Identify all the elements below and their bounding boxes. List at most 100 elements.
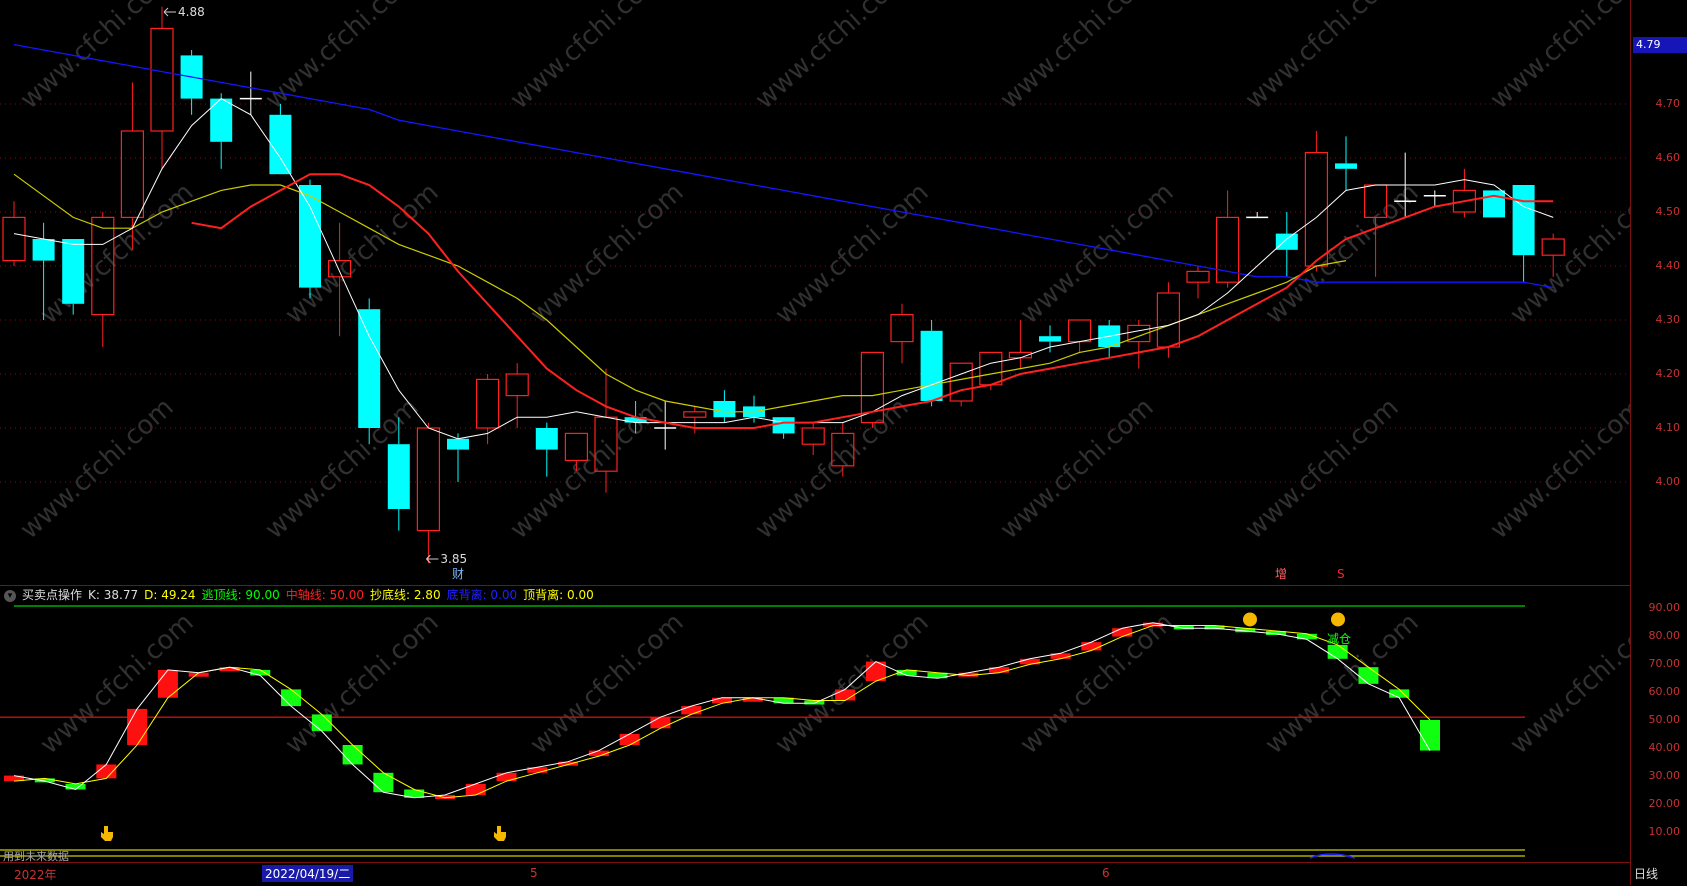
candle-body <box>505 373 529 397</box>
candle <box>949 362 973 407</box>
candle <box>654 401 677 450</box>
candle <box>1008 320 1033 369</box>
candle-body <box>32 239 55 261</box>
candle <box>1067 319 1092 353</box>
candle <box>890 303 914 364</box>
low-price-label: 3.85 <box>440 552 467 566</box>
price-tick: 4.70 <box>1655 97 1681 110</box>
warning-face-icon <box>1331 612 1345 627</box>
month-label: 6 <box>1102 866 1110 880</box>
price-tick: 4.40 <box>1655 259 1681 272</box>
ma120-line <box>13 43 1554 289</box>
candle <box>594 368 618 493</box>
candle-body <box>447 438 469 450</box>
kd-bar <box>311 714 332 732</box>
candle-body <box>564 432 589 461</box>
kd-bar <box>1112 628 1133 637</box>
kd-bar <box>1420 719 1440 751</box>
candle <box>1423 190 1446 207</box>
period-selector[interactable]: 日线 <box>1634 865 1658 882</box>
candle-body <box>1483 190 1505 218</box>
candle <box>535 422 558 477</box>
sell-tag: S <box>1337 567 1345 581</box>
candle <box>1039 325 1061 353</box>
kd-bar <box>650 717 671 729</box>
price-tick: 4.60 <box>1655 151 1681 164</box>
indicator-tick: 60.00 <box>1648 685 1681 698</box>
candle <box>91 212 115 347</box>
candle-body <box>831 432 855 467</box>
candle-body <box>1363 184 1388 219</box>
indicator-tick: 90.00 <box>1648 601 1681 614</box>
price-chart[interactable]: 4.88 3.85财 增 S <box>0 0 1630 586</box>
candle <box>447 433 469 482</box>
indicator-chart[interactable]: 减仓 <box>0 586 1630 862</box>
indicator-tick: 30.00 <box>1648 769 1681 782</box>
selected-date[interactable]: 2022/04/19/二 <box>262 865 354 882</box>
candle-body <box>772 417 795 434</box>
ma5-line <box>13 97 1554 440</box>
candle <box>416 422 440 563</box>
candle <box>831 422 855 477</box>
hand-pointer-icon <box>494 826 506 841</box>
indicator-tick: 80.00 <box>1648 629 1681 642</box>
candle <box>564 432 589 472</box>
candle-body <box>150 27 174 132</box>
candle <box>1304 131 1329 272</box>
price-tick: 4.50 <box>1655 205 1681 218</box>
candle <box>150 6 174 169</box>
candle-body <box>713 401 736 418</box>
date-axis[interactable]: 2022年 2022/04/19/二 5 6 <box>0 862 1630 886</box>
kd-bar <box>127 708 148 745</box>
candle-body <box>476 378 500 429</box>
candle-body <box>2 216 26 262</box>
candle-body <box>1304 152 1329 267</box>
d-line <box>13 625 1431 799</box>
increase-tag: 增 <box>1275 567 1287 581</box>
kd-bar <box>1081 642 1102 651</box>
candle-body <box>535 428 558 450</box>
candle-body <box>328 260 352 278</box>
candle-body <box>62 239 85 304</box>
kd-bar <box>835 689 856 701</box>
candle <box>62 239 85 315</box>
price-tick: 4.00 <box>1655 475 1681 488</box>
candle <box>1452 168 1477 218</box>
candle <box>239 71 262 115</box>
candle-body <box>416 427 440 532</box>
candle-body <box>269 114 292 175</box>
kd-bar <box>281 689 302 707</box>
kd-bar <box>1358 667 1379 684</box>
candle-body <box>1186 270 1210 283</box>
price-tick: 4.20 <box>1655 367 1681 380</box>
candle-body <box>594 416 618 472</box>
kd-bar <box>681 706 702 715</box>
candle <box>920 320 943 407</box>
kd-bar <box>742 697 763 702</box>
candle-body <box>1067 319 1092 343</box>
kd-bar <box>465 783 486 796</box>
candle <box>1246 212 1269 219</box>
indicator-tick: 70.00 <box>1648 657 1681 670</box>
finance-tag: 财 <box>452 567 464 581</box>
candle <box>120 82 145 250</box>
candle <box>505 363 529 428</box>
indicator-tick: 10.00 <box>1648 825 1681 838</box>
kd-bar <box>65 783 86 790</box>
price-tick: 4.10 <box>1655 421 1681 434</box>
candle <box>1098 320 1121 358</box>
price-axis[interactable]: 4.70 4.60 4.50 4.40 4.30 4.20 4.10 4.00 … <box>1630 0 1687 885</box>
candle <box>801 422 825 455</box>
candle <box>1275 212 1298 277</box>
candle <box>387 417 410 531</box>
reduce-position-label: 减仓 <box>1327 632 1351 646</box>
candle-body <box>979 351 1003 386</box>
candle <box>860 351 885 428</box>
candle-body <box>1335 163 1357 169</box>
candle <box>328 222 352 337</box>
candle <box>1186 266 1210 299</box>
candle <box>1541 233 1565 277</box>
warning-face-icon <box>1243 612 1257 627</box>
kd-bar <box>1142 622 1163 627</box>
kd-bar <box>342 745 363 765</box>
